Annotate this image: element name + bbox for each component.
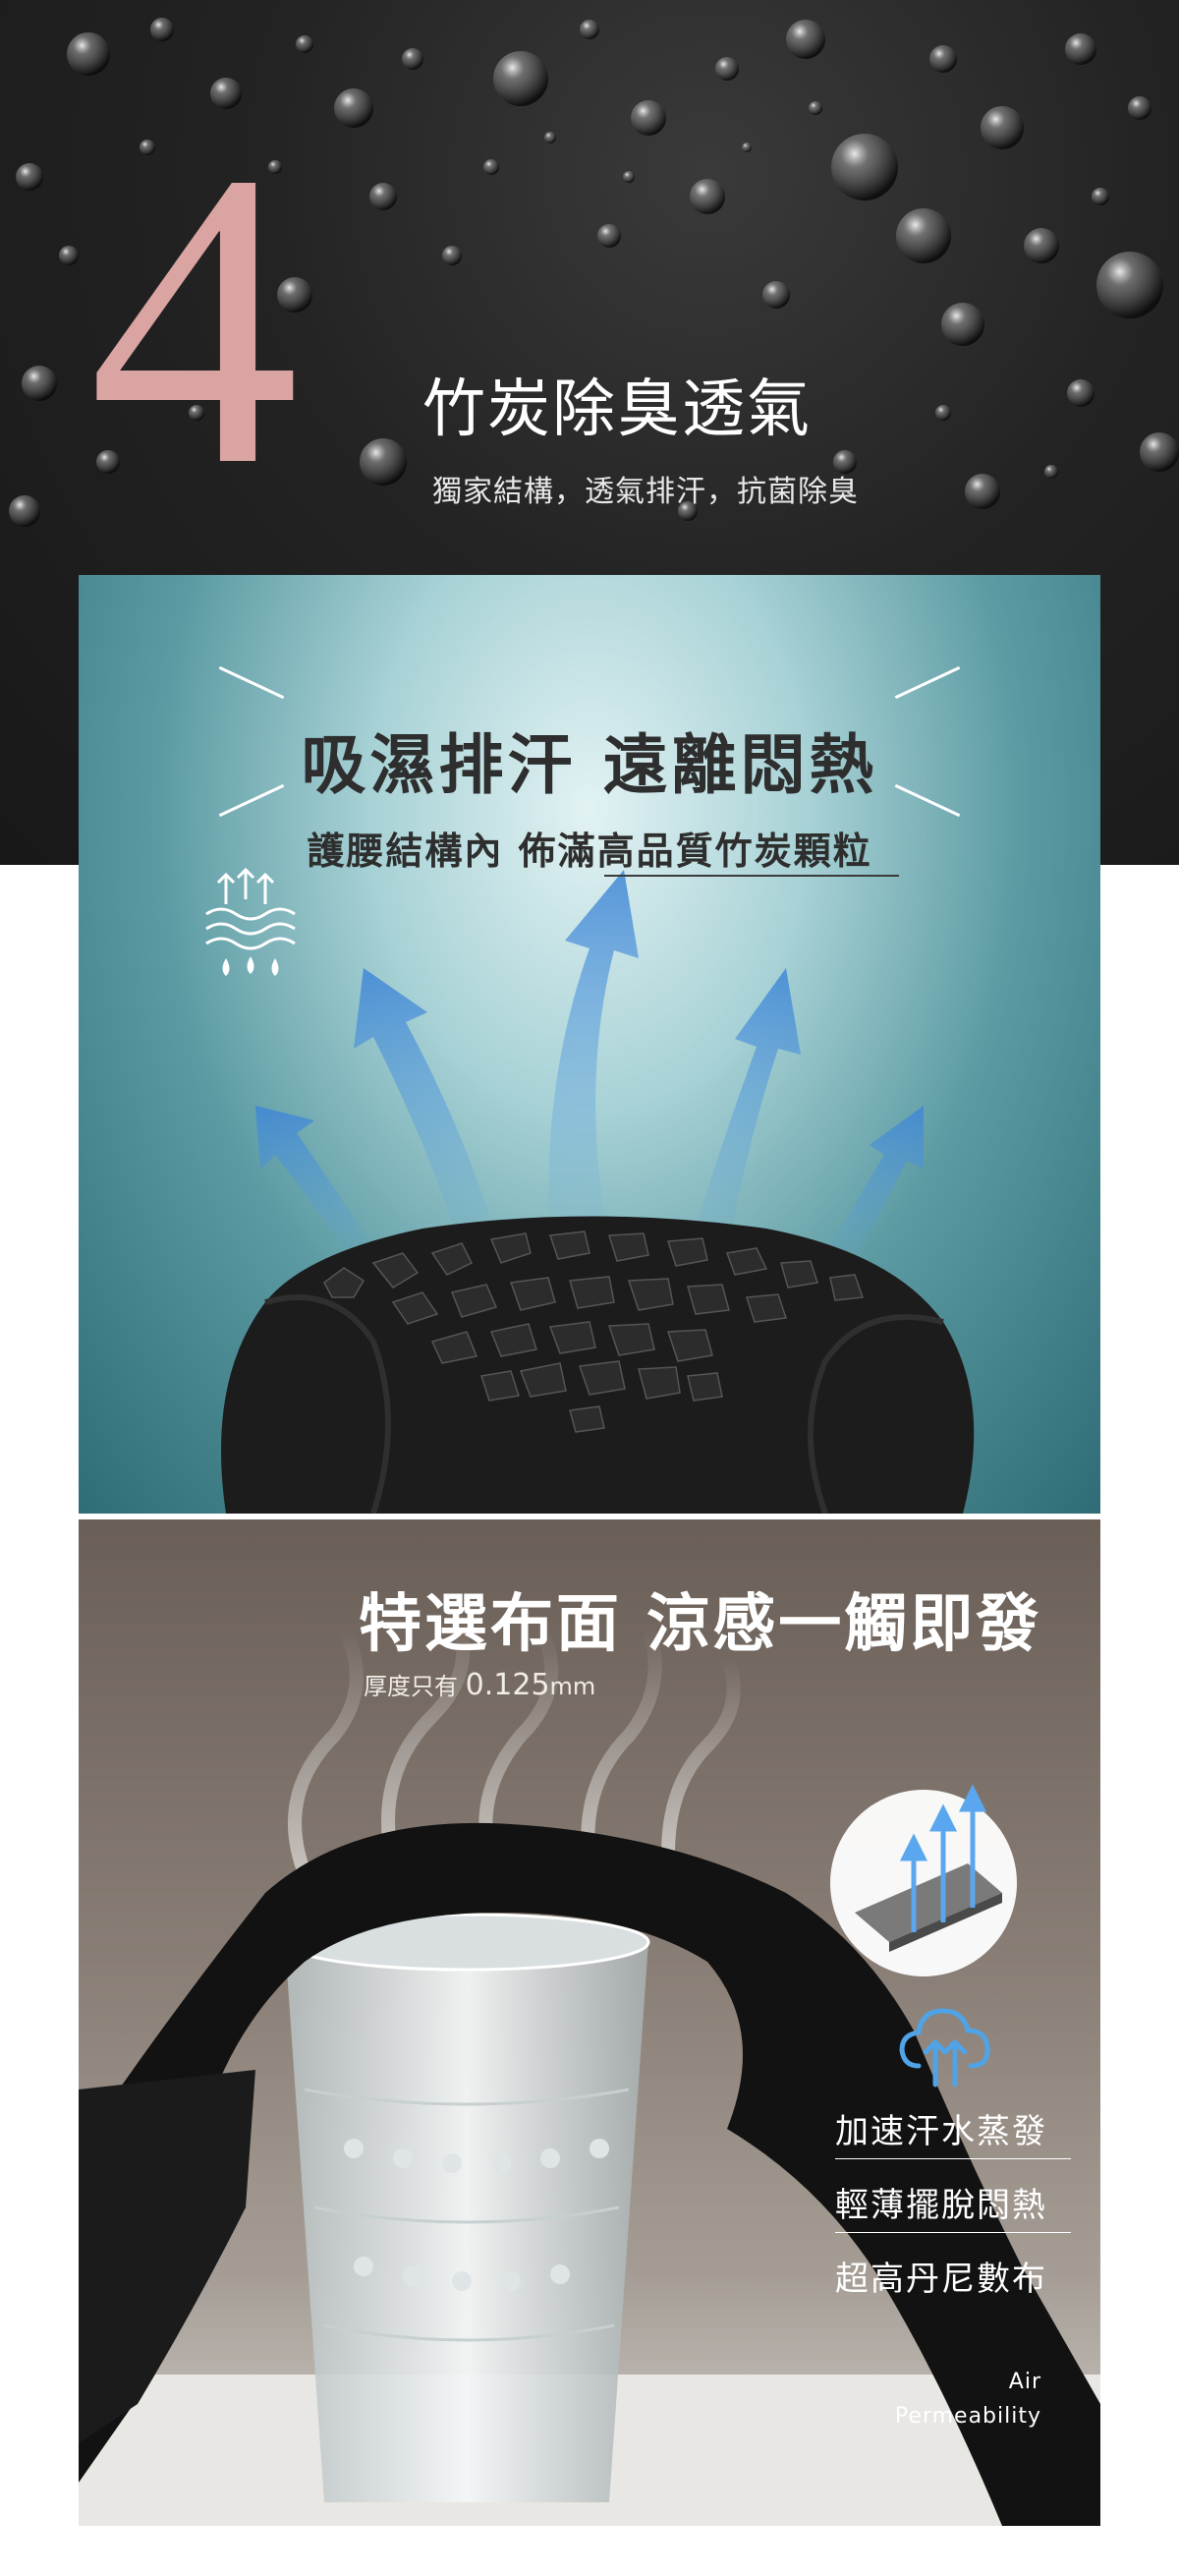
thickness-spec: 厚度只有 0.125mm — [364, 1667, 595, 1702]
moisture-wicking-title: 吸濕排汗 遠離悶熱 — [301, 726, 878, 803]
feature-evaporation: 加速汗水蒸發 — [835, 2112, 1047, 2151]
subtitle-underline — [604, 875, 899, 877]
cool-fabric-title: 特選布面 涼感一觸即發 — [359, 1587, 1042, 1661]
fabric-panel: 特選布面 涼感一觸即發 厚度只有 0.125mm 加速汗水蒸發 輕薄擺脫悶熱 超… — [79, 1519, 1100, 2526]
feature-divider — [835, 2158, 1071, 2159]
section-subtitle: 獨家結構，透氣排汗，抗菌除臭 — [432, 475, 859, 509]
air-label-line1: Air — [1008, 2370, 1041, 2394]
section-title: 竹炭除臭透氣 — [422, 373, 812, 446]
charcoal-panel: 吸濕排汗 遠離悶熱 護腰結構內 佈滿高品質竹炭顆粒 — [79, 575, 1100, 1514]
thickness-label: 厚度只有 — [364, 1673, 458, 1700]
feature-divider — [835, 2232, 1071, 2233]
air-label-line2: Permeability — [894, 2404, 1041, 2429]
section-number: 4 — [88, 86, 300, 553]
thickness-unit: mm — [549, 1673, 596, 1700]
feature-high-denier: 超高丹尼數布 — [835, 2260, 1047, 2299]
thickness-value: 0.125 — [465, 1668, 550, 1702]
feature-lightweight: 輕薄擺脫悶熱 — [835, 2186, 1047, 2225]
evaporation-icon — [205, 867, 296, 950]
air-permeability-label: Air Permeability — [895, 2365, 1041, 2433]
charcoal-subtitle: 護腰結構內 佈滿高品質竹炭顆粒 — [307, 829, 872, 873]
